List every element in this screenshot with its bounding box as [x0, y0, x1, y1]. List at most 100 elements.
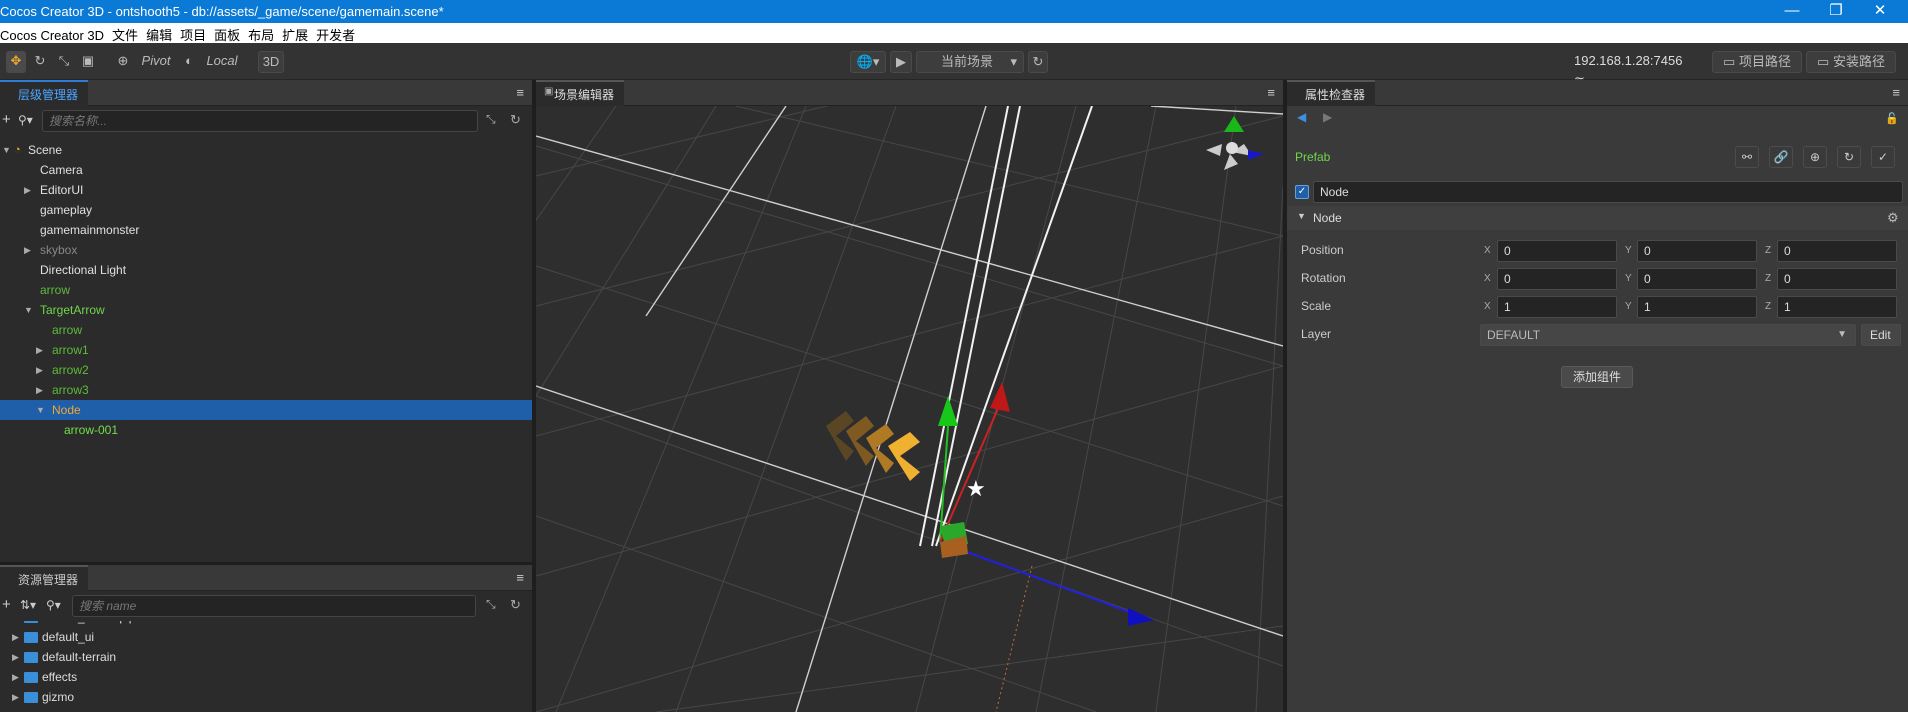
tree-item[interactable]: ▶ EditorUI — [0, 180, 532, 200]
search-type-icon[interactable]: ⚲▾ — [46, 598, 61, 612]
hierarchy-search-input[interactable]: 搜索名称... — [42, 110, 478, 132]
tree-item[interactable]: gameplay — [0, 200, 532, 220]
asset-folder-item[interactable]: ▶ gizmo — [0, 687, 532, 707]
expand-right-icon[interactable]: ▶ — [12, 627, 19, 647]
expand-right-icon[interactable]: ▶ — [12, 667, 19, 687]
preview-platform-dropdown[interactable]: 🌐▾ — [850, 51, 886, 73]
refresh-icon[interactable]: ↻ — [1028, 51, 1048, 73]
restore-button[interactable]: ❐ — [1814, 0, 1858, 23]
expand-down-icon[interactable]: ▼ — [36, 400, 45, 420]
menu-extension[interactable]: 扩展 — [278, 23, 312, 44]
collapse-icon[interactable]: ⤡ — [486, 112, 496, 127]
minimize-button[interactable]: — — [1770, 0, 1814, 23]
expand-right-icon[interactable]: ▶ — [36, 380, 43, 400]
position-z-input[interactable]: 0 — [1777, 240, 1897, 262]
expand-down-icon[interactable]: ▼ — [24, 300, 33, 320]
apply-prefab-icon[interactable]: ✓ — [1871, 146, 1895, 168]
position-x-input[interactable]: 0 — [1497, 240, 1617, 262]
menu-layout[interactable]: 布局 — [244, 23, 278, 44]
tree-item[interactable]: gamemainmonster — [0, 220, 532, 240]
mode-3d-button[interactable]: 3D — [258, 51, 284, 73]
panel-menu-icon[interactable]: ≡ — [516, 85, 524, 100]
tree-item[interactable]: ▼ ◔ Scene — [0, 140, 532, 160]
panel-menu-icon[interactable]: ≡ — [1892, 85, 1900, 100]
panel-menu-icon[interactable]: ≡ — [516, 570, 524, 585]
rotation-z-input[interactable]: 0 — [1777, 268, 1897, 290]
rotation-y-input[interactable]: 0 — [1637, 268, 1757, 290]
rotation-x-input[interactable]: 0 — [1497, 268, 1617, 290]
tree-item[interactable]: ▶ skybox — [0, 240, 532, 260]
locate-prefab-icon[interactable]: ⊕ — [1803, 146, 1827, 168]
scale-z-input[interactable]: 1 — [1777, 296, 1897, 318]
node-section-header[interactable]: ▼ Node ⚙ — [1287, 206, 1908, 230]
forward-arrow-icon[interactable]: ▶ — [1323, 110, 1332, 124]
vertical-splitter-left[interactable] — [532, 80, 536, 712]
menu-file[interactable]: 文件 — [108, 23, 142, 44]
menu-app[interactable]: Cocos Creator 3D — [0, 26, 108, 43]
expand-right-icon[interactable]: ▶ — [24, 240, 31, 260]
expand-right-icon[interactable]: ▶ — [36, 340, 43, 360]
scene-viewport[interactable]: ★ ⎙▾ ⚙▾ — [536, 106, 1283, 712]
back-arrow-icon[interactable]: ◀ — [1297, 110, 1306, 124]
position-y-input[interactable]: 0 — [1637, 240, 1757, 262]
expand-right-icon[interactable]: ▶ — [12, 687, 19, 707]
add-node-icon[interactable]: + — [2, 111, 11, 128]
expand-right-icon[interactable]: ▶ — [12, 647, 19, 667]
refresh-icon[interactable]: ↻ — [510, 112, 521, 128]
menu-project[interactable]: 项目 — [176, 23, 210, 44]
install-path-button[interactable]: ▭ 安装路径 — [1806, 51, 1896, 73]
tree-item[interactable]: arrow-001 — [0, 420, 532, 440]
expand-right-icon[interactable]: ▶ — [36, 360, 43, 380]
tree-item[interactable]: Camera — [0, 160, 532, 180]
add-component-button[interactable]: 添加组件 — [1561, 366, 1633, 388]
project-path-button[interactable]: ▭ 项目路径 — [1712, 51, 1802, 73]
rect-tool-icon[interactable]: ▣ — [78, 51, 98, 73]
close-button[interactable]: ✕ — [1858, 0, 1902, 23]
revert-prefab-icon[interactable]: ↻ — [1837, 146, 1861, 168]
expand-right-icon[interactable]: ▶ — [24, 180, 31, 200]
scale-tool-icon[interactable]: ⤡ — [54, 51, 74, 73]
tree-item[interactable]: Directional Light — [0, 260, 532, 280]
menu-edit[interactable]: 编辑 — [142, 23, 176, 44]
tree-item[interactable]: arrow — [0, 280, 532, 300]
refresh-icon[interactable]: ↻ — [510, 597, 521, 613]
rotate-tool-icon[interactable]: ↻ — [30, 51, 50, 73]
sort-icon[interactable]: ⇅▾ — [20, 598, 36, 612]
asset-folder-item[interactable]: ▶ default-terrain — [0, 647, 532, 667]
expand-down-icon[interactable]: ▼ — [2, 140, 11, 160]
assets-search-input[interactable]: 搜索 name — [72, 595, 476, 617]
lock-icon[interactable]: 🔓 — [1885, 112, 1899, 125]
scale-x-input[interactable]: 1 — [1497, 296, 1617, 318]
tree-item[interactable]: ▶ arrow1 — [0, 340, 532, 360]
tab-assets[interactable]: 资源管理器 — [0, 565, 89, 591]
asset-folder-item[interactable]: ▶ effects — [0, 667, 532, 687]
tab-hierarchy[interactable]: 层级管理器 — [0, 80, 89, 106]
pivot-toggle[interactable]: Pivot — [136, 51, 176, 73]
tree-item[interactable]: ▼ Node — [0, 400, 532, 420]
collapse-icon[interactable]: ⤡ — [486, 597, 496, 612]
play-button[interactable]: ▶ — [890, 51, 912, 73]
tree-item[interactable]: ▶ arrow3 — [0, 380, 532, 400]
menu-panel[interactable]: 面板 — [210, 23, 244, 44]
tree-item[interactable]: ▼ TargetArrow — [0, 300, 532, 320]
node-active-checkbox[interactable]: ✓ — [1295, 185, 1309, 199]
node-name-input[interactable]: Node — [1313, 181, 1903, 203]
scene-select[interactable]: 当前场景 ▾ — [916, 51, 1024, 73]
vertical-splitter-right[interactable] — [1283, 80, 1287, 712]
layer-edit-button[interactable]: Edit — [1861, 324, 1901, 346]
unlink-prefab-icon[interactable]: ⚯ — [1735, 146, 1759, 168]
menu-developer[interactable]: 开发者 — [312, 23, 359, 44]
local-toggle[interactable]: Local — [202, 51, 242, 73]
add-asset-icon[interactable]: + — [2, 596, 11, 613]
panel-menu-icon[interactable]: ≡ — [1267, 85, 1275, 100]
orientation-gizmo[interactable] — [1206, 116, 1264, 170]
link-prefab-icon[interactable]: 🔗 — [1769, 146, 1793, 168]
tab-inspector[interactable]: 属性检查器 — [1287, 80, 1376, 106]
asset-folder-item[interactable]: ▶ default_ui — [0, 627, 532, 647]
scale-y-input[interactable]: 1 — [1637, 296, 1757, 318]
layer-select[interactable]: DEFAULT ▼ — [1480, 324, 1856, 346]
search-type-icon[interactable]: ⚲▾ — [18, 113, 33, 127]
tree-item[interactable]: arrow — [0, 320, 532, 340]
move-tool-icon[interactable]: ✥ — [6, 51, 26, 73]
gear-icon[interactable]: ⚙ — [1887, 210, 1899, 226]
